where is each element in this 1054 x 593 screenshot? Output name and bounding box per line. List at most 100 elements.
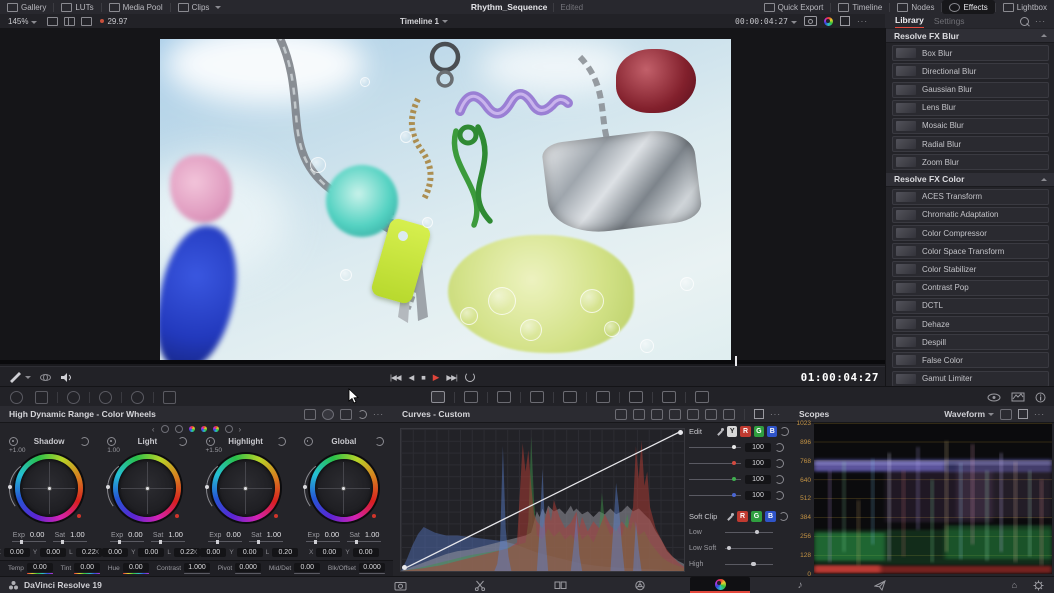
- slider-track[interactable]: [689, 479, 741, 480]
- slider-track[interactable]: [725, 532, 773, 533]
- gear-icon[interactable]: [1033, 580, 1044, 591]
- effect-item[interactable]: Color Space Transform: [892, 243, 1049, 259]
- slider-track[interactable]: [725, 548, 773, 549]
- effect-item[interactable]: Gaussian Blur: [892, 82, 1049, 98]
- options-menu-icon[interactable]: ···: [1035, 17, 1046, 26]
- palette-tab-icon[interactable]: [629, 391, 643, 403]
- reset-icon[interactable]: [178, 437, 187, 446]
- timecode-field[interactable]: 00:00:04:27: [735, 17, 797, 26]
- home-icon[interactable]: ⌂: [1012, 580, 1017, 591]
- mini-slider[interactable]: [151, 541, 185, 542]
- palette-tab-icon[interactable]: [596, 391, 610, 403]
- wheel-center-handle[interactable]: [243, 486, 248, 491]
- topbar-button-media-pool[interactable]: Media Pool: [102, 0, 170, 14]
- curve-mode-icon[interactable]: [615, 409, 627, 420]
- chevron-down-icon[interactable]: [25, 376, 31, 379]
- reset-icon[interactable]: [375, 437, 384, 446]
- effect-item[interactable]: DCTL: [892, 298, 1049, 314]
- pager-right-icon[interactable]: ›: [239, 425, 242, 434]
- topbar-button-nodes[interactable]: Nodes: [890, 0, 941, 14]
- stop-button[interactable]: ■: [421, 373, 425, 382]
- footer-value[interactable]: 0.00: [123, 563, 149, 572]
- palette-tab-icon[interactable]: [662, 391, 676, 403]
- wheel-center-handle[interactable]: [47, 486, 52, 491]
- coord-value[interactable]: 0.00: [200, 548, 226, 557]
- gyroscope-icon[interactable]: [39, 372, 52, 383]
- tab-library[interactable]: Library: [895, 14, 924, 29]
- coord-value[interactable]: 0.00: [40, 548, 66, 557]
- footer-value[interactable]: 0.000: [235, 563, 261, 572]
- topbar-button-clips[interactable]: Clips: [171, 0, 229, 14]
- effect-item[interactable]: Dehaze: [892, 316, 1049, 332]
- page-tab-deliver[interactable]: [850, 577, 910, 593]
- last-frame-button[interactable]: ▶▶|: [446, 373, 456, 382]
- effect-item[interactable]: Gamut Limiter: [892, 371, 1049, 387]
- tab-settings[interactable]: Settings: [934, 16, 965, 26]
- camera-icon[interactable]: [804, 16, 817, 26]
- coord-value[interactable]: 0.00: [4, 548, 30, 557]
- wheel-center-handle[interactable]: [145, 486, 150, 491]
- magnifier-icon[interactable]: [99, 391, 112, 404]
- slider-value[interactable]: 100: [745, 475, 771, 484]
- curve-mode-icon[interactable]: [669, 409, 681, 420]
- scopes-monitor-icon[interactable]: [1011, 392, 1025, 402]
- mini-slider[interactable]: [208, 541, 242, 542]
- topbar-button-lightbox[interactable]: Lightbox: [996, 0, 1054, 14]
- options-menu-icon[interactable]: ···: [1034, 410, 1045, 419]
- color-wheel-light[interactable]: [113, 454, 181, 522]
- coord-value[interactable]: 0.00: [138, 548, 164, 557]
- single-viewer-icon[interactable]: [47, 17, 58, 26]
- histogram-mode-icon[interactable]: [340, 409, 352, 420]
- split-viewer-icon[interactable]: [64, 17, 75, 26]
- channel-button-g[interactable]: G: [754, 426, 764, 437]
- target-icon[interactable]: [9, 437, 18, 446]
- footer-value[interactable]: 1.000: [184, 563, 210, 572]
- page-tab-media[interactable]: [370, 577, 430, 593]
- play-button[interactable]: ▶: [433, 372, 439, 383]
- pager-left-icon[interactable]: ‹: [152, 425, 155, 434]
- slider-value[interactable]: 100: [745, 491, 771, 500]
- slider-track[interactable]: [689, 463, 741, 464]
- coord-value[interactable]: 0.00: [237, 548, 263, 557]
- slider-handle[interactable]: [732, 493, 737, 498]
- viewer-image[interactable]: [160, 39, 731, 361]
- effect-item[interactable]: ACES Transform: [892, 189, 1049, 205]
- effect-item[interactable]: Lens Blur: [892, 100, 1049, 116]
- effect-item[interactable]: Color Stabilizer: [892, 261, 1049, 277]
- slider-track[interactable]: [689, 447, 741, 448]
- curve-mode-icon[interactable]: [723, 409, 735, 420]
- page-tab-edit[interactable]: [530, 577, 590, 593]
- footer-value[interactable]: 0.00: [27, 563, 53, 572]
- coord-value[interactable]: 0.00: [102, 548, 128, 557]
- palette-tab-icon[interactable]: [530, 391, 544, 403]
- reset-icon[interactable]: [80, 437, 89, 446]
- effects-section-header[interactable]: Resolve FX Blur: [886, 29, 1054, 43]
- coord-value[interactable]: 0.00: [353, 548, 379, 557]
- pen-tool-icon[interactable]: [8, 371, 22, 383]
- mini-slider[interactable]: [249, 541, 283, 542]
- palette-tab-icon[interactable]: [497, 391, 511, 403]
- topbar-button-luts[interactable]: LUTs: [54, 0, 100, 14]
- target-icon[interactable]: [206, 437, 215, 446]
- page-tab-color[interactable]: [690, 577, 750, 593]
- effect-item[interactable]: Mosaic Blur: [892, 118, 1049, 134]
- expand-icon[interactable]: [754, 409, 764, 419]
- reset-icon[interactable]: [358, 410, 367, 419]
- page-tab-cut[interactable]: [450, 577, 510, 593]
- reset-icon[interactable]: [277, 437, 286, 446]
- pager-dot[interactable]: [189, 426, 195, 432]
- pager-dot[interactable]: [175, 425, 183, 433]
- channel-button-r[interactable]: R: [740, 426, 750, 437]
- effect-item[interactable]: Directional Blur: [892, 63, 1049, 79]
- gallery-grab-icon[interactable]: [10, 391, 23, 404]
- topbar-button-gallery[interactable]: Gallery: [0, 0, 53, 14]
- effect-item[interactable]: Radial Blur: [892, 136, 1049, 152]
- speaker-icon[interactable]: [60, 372, 73, 383]
- lightbox-strip-icon[interactable]: [163, 391, 176, 404]
- slider-handle[interactable]: [755, 530, 760, 535]
- mini-slider[interactable]: [347, 541, 381, 542]
- palette-tab-icon[interactable]: [464, 391, 478, 403]
- slider-handle[interactable]: [727, 546, 732, 551]
- slider-track[interactable]: [689, 495, 741, 496]
- timeline-select[interactable]: Timeline 1: [400, 14, 448, 28]
